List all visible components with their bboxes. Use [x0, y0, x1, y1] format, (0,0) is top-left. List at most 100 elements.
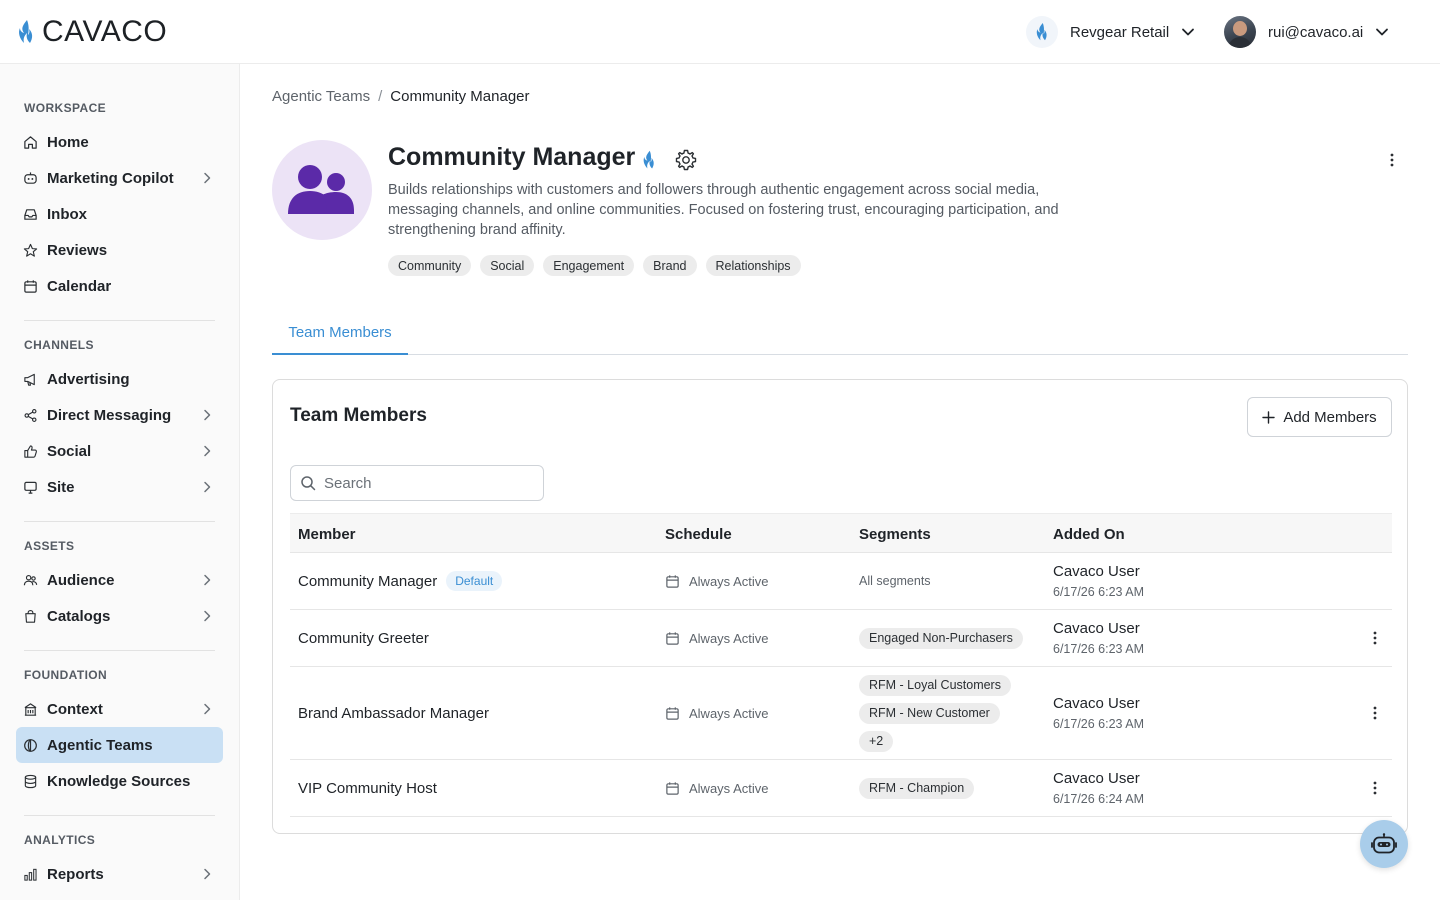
sidebar-item-site[interactable]: Site: [16, 469, 223, 505]
members-table: Member Schedule Segments Added On Commun…: [290, 513, 1392, 817]
page-title: Community Manager: [388, 143, 636, 171]
table-row[interactable]: Brand Ambassador Manager Always Active R…: [290, 667, 1392, 760]
inbox-icon: [24, 208, 37, 220]
table-row[interactable]: Community Manager Default Always Active …: [290, 553, 1392, 610]
section-label-analytics: ANALYTICS: [24, 833, 96, 847]
calendar-icon: [24, 279, 37, 293]
building-icon: [24, 702, 37, 716]
schedule-text: Always Active: [689, 705, 769, 721]
assistant-button[interactable]: [1360, 820, 1408, 868]
member-name: Community Greeter: [298, 629, 429, 647]
chevron-down-icon: [1376, 28, 1389, 36]
org-switcher[interactable]: Revgear Retail: [1026, 16, 1195, 48]
avatar: [1224, 16, 1256, 48]
sidebar-item-inbox[interactable]: Inbox: [16, 196, 223, 232]
chevron-right-icon: [204, 445, 211, 457]
sidebar-item-label: Advertising: [47, 370, 130, 388]
monitor-icon: [24, 481, 37, 494]
added-by: Cavaco User: [1053, 695, 1140, 712]
segments-cell: Engaged Non-Purchasers: [859, 610, 1023, 666]
bar-chart-icon: [24, 868, 37, 881]
flame-icon: [19, 20, 33, 43]
tab-team-members[interactable]: Team Members: [272, 312, 408, 355]
chevron-right-icon: [204, 610, 211, 622]
flame-icon: [643, 150, 654, 169]
sidebar-item-label: Catalogs: [47, 607, 111, 625]
table-row[interactable]: VIP Community Host Always Active RFM - C…: [290, 760, 1392, 817]
column-header-added-on[interactable]: Added On: [1053, 514, 1125, 554]
schedule-cell: Always Active: [665, 610, 768, 666]
tag: Community: [388, 255, 472, 276]
search-input[interactable]: [324, 474, 524, 492]
sidebar-item-home[interactable]: Home: [16, 124, 223, 160]
sidebar-item-marketing-copilot[interactable]: Marketing Copilot: [16, 160, 223, 196]
segment-pill: RFM - New Customer: [859, 702, 1000, 724]
schedule-text: Always Active: [689, 573, 769, 589]
sidebar-item-reports[interactable]: Reports: [16, 856, 223, 892]
tag: Engagement: [543, 255, 635, 276]
breadcrumb-separator: /: [378, 88, 383, 105]
thumbs-up-icon: [24, 444, 37, 458]
add-members-button[interactable]: Add Members: [1247, 397, 1392, 437]
org-name: Revgear Retail: [1070, 23, 1170, 41]
sidebar-item-advertising[interactable]: Advertising: [16, 361, 223, 397]
calendar-icon: [666, 781, 679, 795]
logo-text: CAVACO: [42, 15, 168, 48]
sidebar-item-calendar[interactable]: Calendar: [16, 268, 223, 304]
sidebar-item-label: Site: [47, 478, 75, 496]
sidebar-item-direct-messaging[interactable]: Direct Messaging: [16, 397, 223, 433]
section-label-foundation: FOUNDATION: [24, 668, 108, 682]
sidebar-divider: [24, 650, 215, 651]
sidebar-item-context[interactable]: Context: [16, 691, 223, 727]
row-more-options-icon[interactable]: [1365, 703, 1385, 723]
more-options-icon[interactable]: [1382, 150, 1402, 170]
sidebar-item-knowledge-sources[interactable]: Knowledge Sources: [16, 763, 223, 799]
chevron-right-icon: [204, 703, 211, 715]
sidebar-item-label: Inbox: [47, 205, 87, 223]
sidebar-item-label: Knowledge Sources: [47, 772, 191, 790]
sidebar-item-label: Social: [47, 442, 92, 460]
section-label-channels: CHANNELS: [24, 338, 94, 352]
sidebar-item-agentic-teams[interactable]: Agentic Teams: [16, 727, 223, 763]
column-header-schedule[interactable]: Schedule: [665, 514, 732, 554]
card-title: Team Members: [290, 405, 427, 426]
breadcrumb-link-agentic-teams[interactable]: Agentic Teams: [272, 88, 370, 105]
schedule-cell: Always Active: [665, 553, 768, 609]
segments-cell: All segments: [859, 553, 931, 609]
sidebar-divider: [24, 320, 215, 321]
share-icon: [24, 408, 37, 422]
sidebar: WORKSPACE Home Marketing Copilot Inbox R…: [0, 64, 240, 900]
column-header-segments[interactable]: Segments: [859, 514, 931, 554]
sidebar-item-audience[interactable]: Audience: [16, 562, 223, 598]
schedule-cell: Always Active: [665, 760, 768, 816]
user-menu[interactable]: rui@cavaco.ai: [1224, 16, 1389, 48]
org-flame-icon: [1026, 16, 1058, 48]
row-more-options-icon[interactable]: [1365, 778, 1385, 798]
logo[interactable]: CAVACO: [18, 14, 167, 50]
column-header-member[interactable]: Member: [298, 514, 356, 554]
table-header: Member Schedule Segments Added On: [290, 513, 1392, 553]
breadcrumb: Agentic Teams / Community Manager: [272, 88, 530, 105]
member-name: Community Manager: [298, 572, 438, 590]
sidebar-item-label: Calendar: [47, 277, 112, 295]
team-avatar: [272, 140, 372, 240]
agent-icon: [24, 738, 37, 752]
star-icon: [23, 243, 38, 257]
search-icon: [301, 476, 316, 491]
sidebar-divider: [24, 521, 215, 522]
member-cell: Community Manager Default: [298, 553, 503, 609]
segment-more-pill[interactable]: +2: [859, 730, 894, 752]
section-label-assets: ASSETS: [24, 539, 75, 553]
breadcrumb-current: Community Manager: [390, 88, 530, 105]
sidebar-item-social[interactable]: Social: [16, 433, 223, 469]
sidebar-item-catalogs[interactable]: Catalogs: [16, 598, 223, 634]
sidebar-item-label: Reviews: [47, 241, 108, 259]
users-icon: [288, 165, 354, 214]
table-row[interactable]: Community Greeter Always Active Engaged …: [290, 610, 1392, 667]
home-icon: [24, 135, 37, 149]
member-cell: Community Greeter: [298, 610, 429, 666]
tab-bar: Team Members: [272, 312, 1408, 355]
gear-icon[interactable]: [674, 148, 698, 172]
sidebar-item-reviews[interactable]: Reviews: [16, 232, 223, 268]
row-more-options-icon[interactable]: [1365, 628, 1385, 648]
